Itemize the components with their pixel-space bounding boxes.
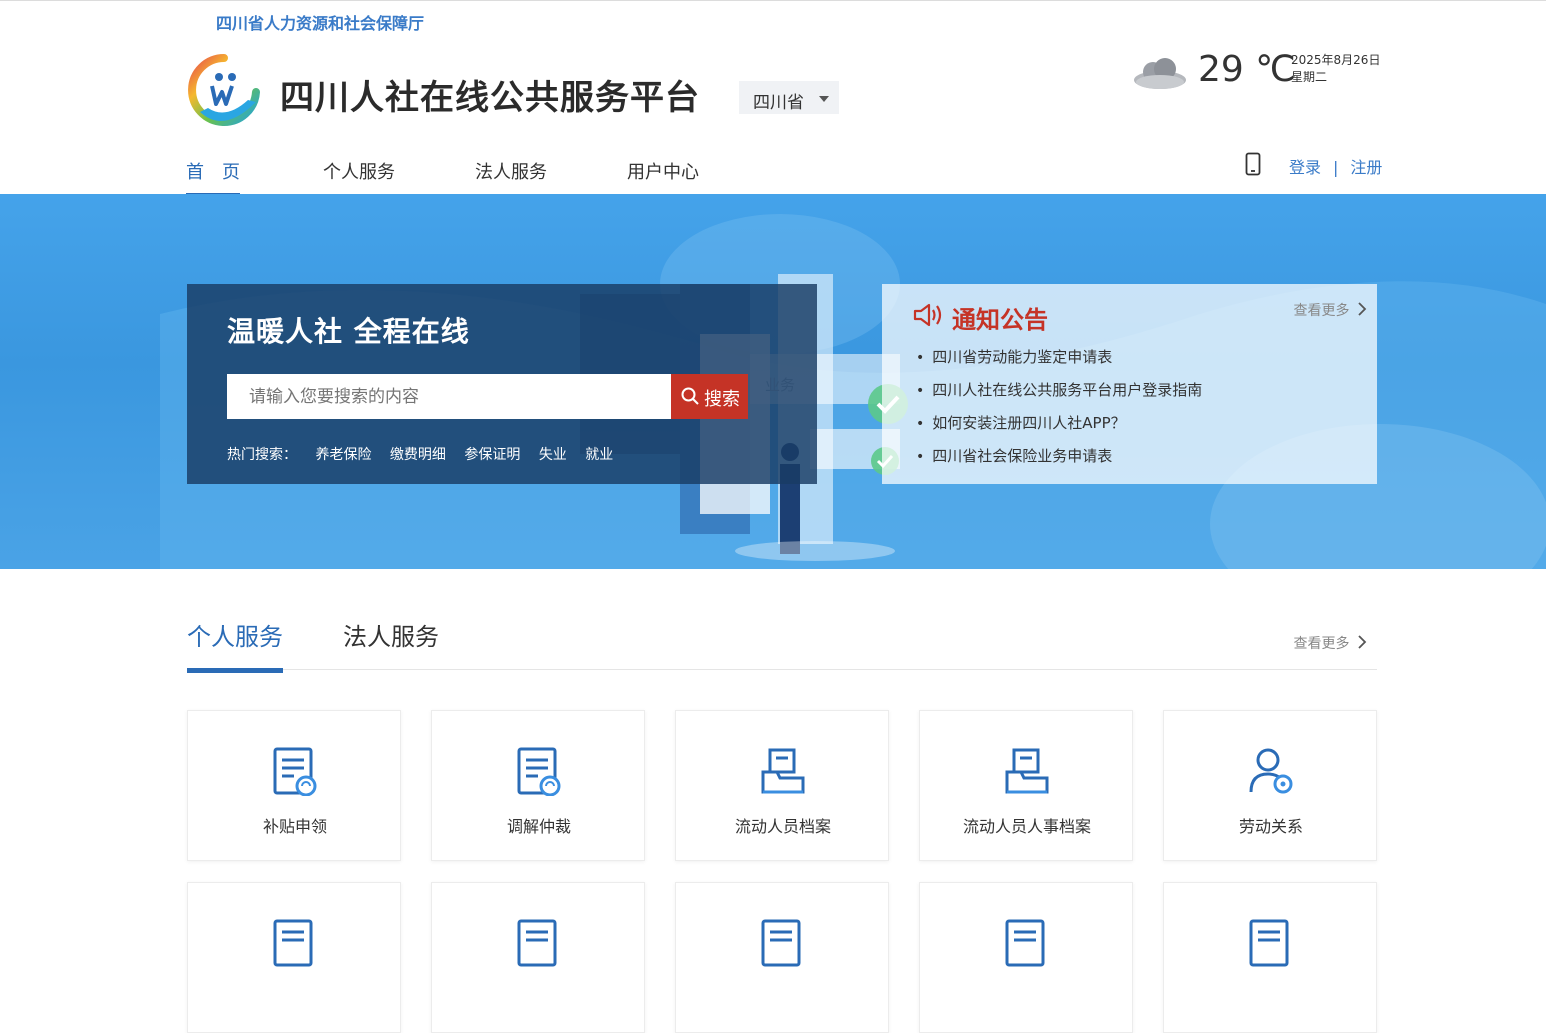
weather-date-text: 2025年8月26日 [1291, 53, 1381, 67]
tab-personal-services[interactable]: 个人服务 [187, 617, 283, 673]
service-card-label: 流动人员档案 [734, 817, 831, 836]
auth-separator: | [1333, 158, 1339, 177]
service-card[interactable] [187, 882, 401, 1033]
notice-list: 四川省劳动能力鉴定申请表 四川人社在线公共服务平台用户登录指南 如何安装注册四川… [916, 346, 1202, 478]
service-card[interactable]: 流动人员档案 [675, 710, 889, 861]
chevron-right-icon [1358, 302, 1367, 316]
hot-search-keyword[interactable]: 缴费明细 [390, 447, 446, 463]
notice-title: 通知公告 [952, 306, 1048, 334]
nav-item-home[interactable]: 首 页 [186, 158, 240, 197]
banner-slogan: 温暖人社 全程在线 [227, 315, 470, 348]
service-card[interactable] [431, 882, 645, 1033]
top-divider [0, 0, 1546, 1]
document-refresh-icon [273, 747, 317, 796]
hot-search-keyword[interactable]: 养老保险 [315, 447, 371, 463]
hot-search-label: 热门搜索： [227, 447, 297, 463]
document-icon [273, 919, 313, 967]
weather-weekday: 星期二 [1291, 70, 1328, 84]
notice-more-link[interactable]: 查看更多 [1294, 300, 1367, 320]
nav-item-legal[interactable]: 法人服务 [475, 158, 547, 193]
hot-search-keyword[interactable]: 失业 [539, 447, 567, 463]
notice-more-label: 查看更多 [1293, 303, 1350, 319]
notice-item[interactable]: 四川人社在线公共服务平台用户登录指南 [916, 379, 1202, 412]
hero-banner: 业务 温暖人社 全程在线 搜索 热门搜索： 养老保险 缴费明细 参保证明 失业 … [0, 194, 1546, 569]
document-icon [517, 919, 557, 967]
chevron-right-icon [1358, 635, 1367, 649]
notice-item[interactable]: 四川省劳动能力鉴定申请表 [916, 346, 1202, 379]
search-button-label: 搜索 [704, 389, 740, 410]
user-settings-icon [1249, 748, 1293, 794]
auth-links: 登录 | 注册 [1289, 154, 1388, 178]
nav-item-user-center[interactable]: 用户中心 [627, 158, 699, 193]
search-button[interactable]: 搜索 [671, 374, 748, 419]
document-refresh-icon [517, 747, 561, 796]
region-select-label: 四川省 [753, 93, 804, 113]
weather-date: 2025年8月26日 星期二 [1291, 52, 1380, 86]
service-card[interactable]: 补贴申领 [187, 710, 401, 861]
search-icon [681, 387, 699, 405]
service-card-label: 流动人员人事档案 [962, 817, 1091, 836]
service-card[interactable] [675, 882, 889, 1033]
site-logo-icon[interactable] [186, 52, 262, 128]
service-card[interactable] [1163, 882, 1377, 1033]
document-icon [1249, 919, 1289, 967]
speaker-icon [913, 303, 942, 327]
cloud-icon [1134, 58, 1186, 89]
document-icon [761, 919, 801, 967]
search-input[interactable] [227, 374, 671, 419]
document-icon [1005, 919, 1045, 967]
department-name[interactable]: 四川省人力资源和社会保障厅 [216, 10, 424, 34]
service-tabs: 个人服务 法人服务 查看更多 [187, 617, 1377, 673]
hot-searches: 热门搜索： 养老保险 缴费明细 参保证明 失业 就业 [227, 444, 613, 464]
tab-legal-services[interactable]: 法人服务 [343, 617, 439, 668]
weather-temperature: 29 ℃ [1198, 49, 1296, 90]
notice-item[interactable]: 如何安装注册四川人社APP？ [916, 412, 1202, 445]
register-link[interactable]: 注册 [1350, 158, 1382, 177]
service-card[interactable]: 流动人员人事档案 [919, 710, 1133, 861]
search-panel: 温暖人社 全程在线 搜索 热门搜索： 养老保险 缴费明细 参保证明 失业 就业 [187, 284, 817, 484]
service-card[interactable]: 劳动关系 [1163, 710, 1377, 861]
hot-search-keyword[interactable]: 参保证明 [464, 447, 520, 463]
site-title: 四川人社在线公共服务平台 [280, 78, 700, 118]
chevron-down-icon [819, 96, 829, 102]
notice-panel: 通知公告 查看更多 四川省劳动能力鉴定申请表 四川人社在线公共服务平台用户登录指… [882, 284, 1377, 484]
service-card[interactable] [919, 882, 1133, 1033]
nav-item-personal[interactable]: 个人服务 [323, 158, 395, 193]
region-select[interactable]: 四川省 [739, 81, 839, 114]
mobile-phone-icon[interactable] [1245, 152, 1261, 176]
service-card[interactable]: 调解仲裁 [431, 710, 645, 861]
services-more-link[interactable]: 查看更多 [1294, 633, 1367, 653]
service-card-label: 补贴申领 [262, 817, 327, 836]
notice-item[interactable]: 四川省社会保险业务申请表 [916, 445, 1202, 478]
login-link[interactable]: 登录 [1289, 158, 1321, 177]
service-card-label: 劳动关系 [1238, 817, 1303, 836]
folder-file-icon [761, 748, 805, 794]
folder-file-icon [1005, 748, 1049, 794]
services-more-label: 查看更多 [1293, 636, 1350, 652]
hot-search-keyword[interactable]: 就业 [585, 447, 613, 463]
service-card-label: 调解仲裁 [506, 817, 571, 836]
